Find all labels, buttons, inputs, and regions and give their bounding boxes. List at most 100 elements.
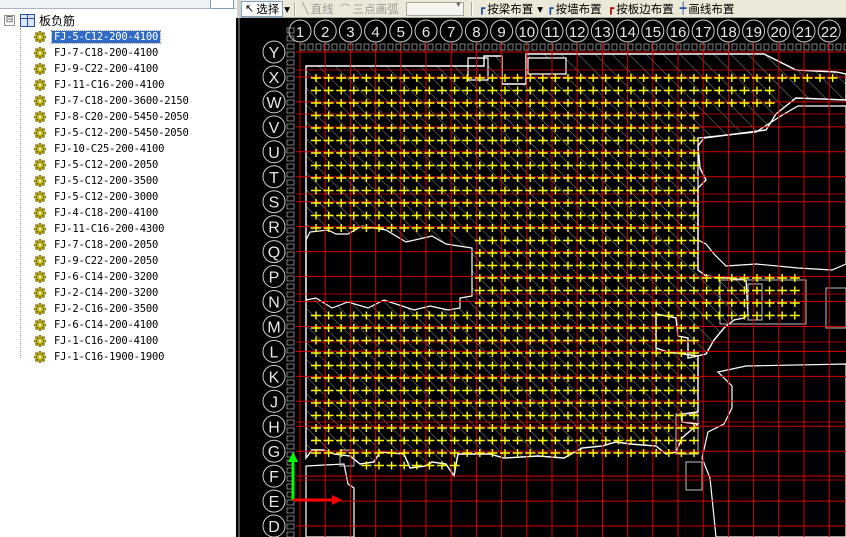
arc-label: 三点画弧 <box>352 1 399 16</box>
tree-item[interactable]: FJ-5-C12-200-4100 <box>34 29 162 44</box>
tree-item-label: FJ-1-C16-200-4100 <box>54 334 159 347</box>
gear-icon <box>34 334 46 347</box>
tree-item[interactable]: FJ-7-C18-200-4100 <box>34 45 160 60</box>
column-axis-label: 18 <box>720 24 737 41</box>
tree-item[interactable]: FJ-7-C18-200-3600-2150 <box>34 93 191 108</box>
row-axis-label: X <box>269 70 280 87</box>
tree-item[interactable]: FJ-5-C12-200-5450-2050 <box>34 125 191 140</box>
by-slab-edge-button[interactable]: ┏ 按板边布置 <box>605 1 677 17</box>
row-axis-bubble: G <box>262 439 286 463</box>
column-axis-label: 7 <box>447 24 455 41</box>
column-axis-label: 22 <box>821 24 838 41</box>
tree-filter-dropdown[interactable] <box>210 0 234 9</box>
dimension-tick <box>683 43 690 51</box>
dimension-tick <box>531 43 538 51</box>
rebar-mark <box>764 311 775 320</box>
row-axis-label: J <box>270 394 278 411</box>
tree-item[interactable]: FJ-7-C18-200-2050 <box>34 237 160 252</box>
gear-icon <box>34 318 46 331</box>
by-beam-dropdown-arrow[interactable]: ▾ <box>536 1 544 17</box>
drawing-canvas[interactable]: 1 2 3 4 5 6 7 8 9 10 11 12 13 14 15 16 17 18 19 20 21 22 Y X W V U… <box>236 18 846 537</box>
drawing-toolbar: ↖ 选择 ▾ ╲ 直线 ⌒ 三点画弧 ┏ 按梁布置 ▾ ┏ 按墙布置 ┏ 按板边… <box>241 0 846 18</box>
gear-icon <box>34 110 46 123</box>
collapse-icon[interactable]: ⊟ <box>4 15 15 26</box>
select-dropdown-arrow[interactable]: ▾ <box>283 1 291 17</box>
draw-line-button[interactable]: ┿ 画线布置 <box>677 1 738 17</box>
tree-root-node[interactable]: ⊟ 板负筋 <box>4 13 75 28</box>
dimension-tick <box>819 43 826 51</box>
dimension-tick <box>771 43 778 51</box>
row-axis-label: W <box>266 95 282 112</box>
dimension-tick <box>627 43 634 51</box>
cad-drawing[interactable]: 1 2 3 4 5 6 7 8 9 10 11 12 13 14 15 16 17 18 19 20 21 22YXWVU… <box>236 18 846 537</box>
rebar-tree-panel: ⊟ 板负筋 FJ-5-C12-200-4100 FJ-7-C18-200-4100… <box>0 0 236 537</box>
table-icon <box>20 14 35 27</box>
tree-item[interactable]: FJ-9-C22-200-2050 <box>34 253 160 268</box>
toolbar-separator <box>294 1 296 16</box>
tree-item-label: FJ-7-C18-200-4100 <box>54 46 159 59</box>
tree-item-label: FJ-2-C16-200-3500 <box>54 302 159 315</box>
row-axis-bubble: R <box>262 215 286 239</box>
draw-line-icon: ┿ <box>679 2 687 15</box>
dimension-tick <box>803 43 810 51</box>
arc-icon: ⌒ <box>339 2 351 16</box>
arc-button[interactable]: ⌒ 三点画弧 <box>337 1 402 17</box>
column-axis-bubble: 11 <box>540 19 564 43</box>
rebar-mark <box>613 449 624 457</box>
row-axis-bubble: T <box>262 165 286 189</box>
tree-item[interactable]: FJ-11-C16-200-4100 <box>34 77 166 92</box>
row-axis-bubble: W <box>262 90 286 114</box>
dimension-tick <box>779 43 786 51</box>
tree-item[interactable]: FJ-2-C14-200-3200 <box>34 285 160 300</box>
dimension-tick <box>483 43 490 51</box>
row-axis-bubble: P <box>262 265 286 289</box>
tree-item[interactable]: FJ-11-C16-200-4300 <box>34 221 166 236</box>
dimension-tick <box>787 43 794 51</box>
tree-item[interactable]: FJ-2-C16-200-3500 <box>34 301 160 316</box>
gear-icon <box>34 126 46 139</box>
tree-item[interactable]: FJ-1-C16-1900-1900 <box>34 349 166 364</box>
row-axis-bubble: E <box>262 489 286 513</box>
draw-mode-combo[interactable] <box>405 0 464 16</box>
dimension-tick <box>587 43 594 51</box>
column-axis-bubble: 10 <box>515 19 539 43</box>
rebar-mark <box>764 299 775 307</box>
dimension-tick <box>563 43 570 51</box>
row-axis-label: H <box>268 419 280 436</box>
tree-item[interactable]: FJ-6-C14-200-3200 <box>34 269 160 284</box>
row-axis-bubble: F <box>262 464 286 488</box>
gear-icon <box>34 238 46 251</box>
slab-opening <box>701 363 846 537</box>
line-button[interactable]: ╲ 直线 <box>299 1 337 17</box>
row-axis-bubble: Y <box>262 40 286 64</box>
select-button[interactable]: ↖ 选择 <box>241 0 284 17</box>
tree-item[interactable]: FJ-5-C12-200-2050 <box>34 157 160 172</box>
column-axis-label: 10 <box>518 24 535 41</box>
column-axis-label: 2 <box>321 24 329 41</box>
tree-item[interactable]: FJ-8-C20-200-5450-2050 <box>34 109 191 124</box>
gear-icon <box>34 94 46 107</box>
column-axis-label: 16 <box>670 24 687 41</box>
row-axis-label: N <box>268 295 280 312</box>
dimension-tick <box>363 43 370 51</box>
row-axis-bubble: H <box>262 414 286 438</box>
tree-item[interactable]: FJ-10-C25-200-4100 <box>34 141 166 156</box>
by-beam-button[interactable]: ┏ 按梁布置 <box>476 1 537 17</box>
column-axis-bubble: 12 <box>565 19 589 43</box>
tree-item[interactable]: FJ-6-C14-200-4100 <box>34 317 160 332</box>
by-wall-button[interactable]: ┏ 按墙布置 <box>544 1 605 17</box>
tree-item[interactable]: FJ-5-C12-200-3000 <box>34 189 160 204</box>
column-axis-bubble: 14 <box>616 19 640 43</box>
column-axis-bubble: 13 <box>590 19 614 43</box>
tree-item[interactable]: FJ-5-C12-200-3500 <box>34 173 160 188</box>
column-axis-bubble: 2 <box>313 19 337 43</box>
tree-item-label: FJ-5-C12-200-3000 <box>54 190 159 203</box>
dimension-tick <box>699 43 706 51</box>
tree-item[interactable]: FJ-1-C16-200-4100 <box>34 333 160 348</box>
tree-item[interactable]: FJ-9-C22-200-4100 <box>34 61 160 76</box>
tree-item[interactable]: FJ-4-C18-200-4100 <box>34 205 160 220</box>
dimension-tick <box>411 43 418 51</box>
row-axis-label: K <box>269 369 280 386</box>
tree-item-label: FJ-5-C12-200-4100 <box>50 29 162 44</box>
dimension-tick <box>459 43 466 51</box>
